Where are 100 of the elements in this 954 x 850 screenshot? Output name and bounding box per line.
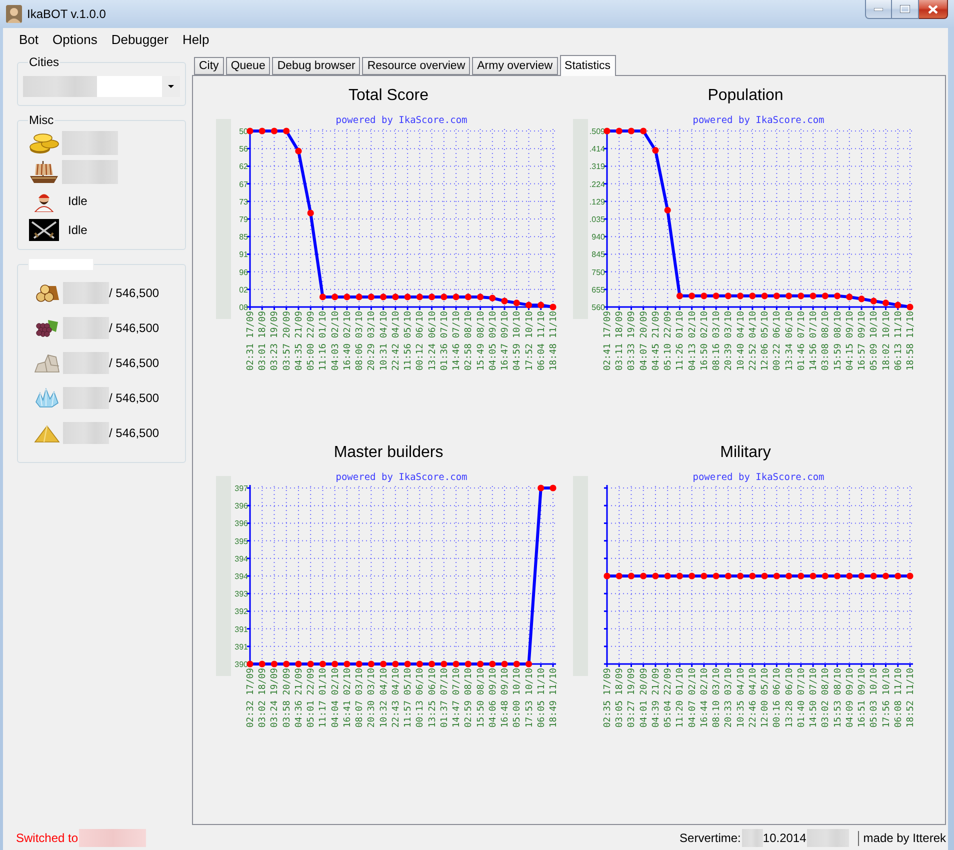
x-tick-label: 08:10 03/10 [712,668,722,728]
capacity-text: / 546,500 [109,390,160,404]
y-tick-label: .319 [589,162,605,172]
x-tick-label: 04:03 02/10 [330,311,341,371]
data-point [344,660,350,668]
tab[interactable]: Statistics [560,55,616,76]
data-point [380,294,387,300]
data-point [380,660,387,668]
blurred-region [742,829,763,847]
x-tick-label: 12:06 05/10 [760,311,771,371]
data-point [712,572,720,580]
x-tick-label: 04:36 21/09 [294,668,304,728]
data-point [416,294,423,300]
minimize-icon [874,8,883,10]
blank-label [29,259,93,270]
x-tick-label: 18:49 11/10 [549,668,559,728]
menu-item[interactable]: Debugger [104,29,176,50]
x-tick-label: 03:08 08/10 [821,311,832,371]
close-button[interactable] [919,0,948,19]
menu-item[interactable]: Help [175,29,216,50]
data-point [906,572,914,580]
tab[interactable]: Debug browser [272,57,360,75]
x-tick-label: 05:00 22/09 [306,311,317,371]
x-tick-label: 22:42 04/10 [391,311,402,371]
x-tick-label: 15:59 08/10 [833,311,844,371]
x-tick-label: 02:35 17/09 [603,668,613,728]
data-point [258,660,266,668]
servertime-value: 10.2014 [762,831,806,845]
x-tick-label: 16:50 02/10 [700,311,710,371]
minimize-button[interactable] [865,0,892,19]
x-tick-label: 17:53 10/10 [524,668,535,728]
x-tick-label: 22:46 04/10 [748,668,758,728]
blurred-region [63,422,109,444]
data-point [834,292,841,300]
data-point [604,128,610,134]
y-tick-label: 395 [234,536,248,546]
y-tick-label: .035 [589,215,605,224]
y-tick-label: 392 [234,607,248,616]
data-point [616,128,622,134]
data-point [538,484,544,492]
x-tick-label: 11:57 05/10 [404,668,414,728]
x-tick-label: 12:00 05/10 [760,668,771,728]
x-tick-label: 10:31 04/10 [379,311,390,371]
tab[interactable]: Queue [226,57,270,75]
chart-title: Master builders [334,443,444,463]
data-point [283,660,290,668]
data-point [858,296,865,302]
maximize-button[interactable] [892,0,919,19]
data-point [652,572,659,580]
x-tick-label: 16:41 02/10 [342,668,353,728]
y-tick-label: 391 [234,624,248,634]
maximize-icon [900,5,910,13]
menu-item[interactable]: Options [46,29,104,50]
data-point [525,302,532,308]
blurred-region [63,282,109,304]
powered-by-text: powered by IkaScore.com [692,472,824,483]
y-tick-label: .509 [589,127,605,136]
tab[interactable]: Army overview [472,57,558,75]
x-tick-label: 06:08 11/10 [894,668,904,728]
data-point [258,128,266,134]
x-tick-label: 13:28 06/10 [784,668,795,728]
x-tick-label: 17:52 10/10 [524,311,535,371]
y-tick-label: 396 [234,519,248,528]
data-point [501,660,508,668]
x-tick-label: 03:57 20/09 [282,311,292,371]
y-tick-label: 85 [239,232,248,242]
y-tick-label: 67 [239,180,248,189]
x-tick-label: 20:30 03/10 [367,668,378,728]
x-tick-label: 14:50 07/10 [809,668,820,728]
x-tick-label: 02:58 08/10 [464,311,474,371]
window-title: IkaBOT v.1.0.0 [27,7,106,21]
x-tick-label: 04:59 10/10 [512,311,523,371]
group-label: Misc [28,113,55,127]
status-text: Idle [68,194,88,208]
data-point [319,294,326,300]
y-tick-label: 56 [239,144,248,154]
tab[interactable]: Resource overview [362,57,470,75]
data-point [676,572,684,580]
x-tick-label: 03:02 18/09 [258,668,268,728]
chart-title: Population [708,86,784,106]
data-point [822,572,828,580]
data-point [798,292,804,300]
x-tick-label: 17:56 10/10 [882,668,892,728]
x-tick-label: 10:35 04/10 [736,668,746,728]
data-point [464,294,472,300]
data-point [906,304,914,310]
data-point [489,660,496,668]
data-point [295,148,302,154]
x-tick-label: 04:06 09/10 [488,668,498,728]
menu-item[interactable]: Bot [12,29,46,50]
y-tick-label: 02 [239,285,248,294]
data-point [604,572,610,580]
blurred-region [807,829,850,847]
powered-by-text: powered by IkaScore.com [336,115,468,126]
status-text: Idle [68,223,88,237]
tab[interactable]: City [194,57,224,75]
data-point [870,572,877,580]
data-point [700,572,708,580]
x-tick-label: 04:01 20/09 [639,668,650,728]
data-point [700,292,708,300]
